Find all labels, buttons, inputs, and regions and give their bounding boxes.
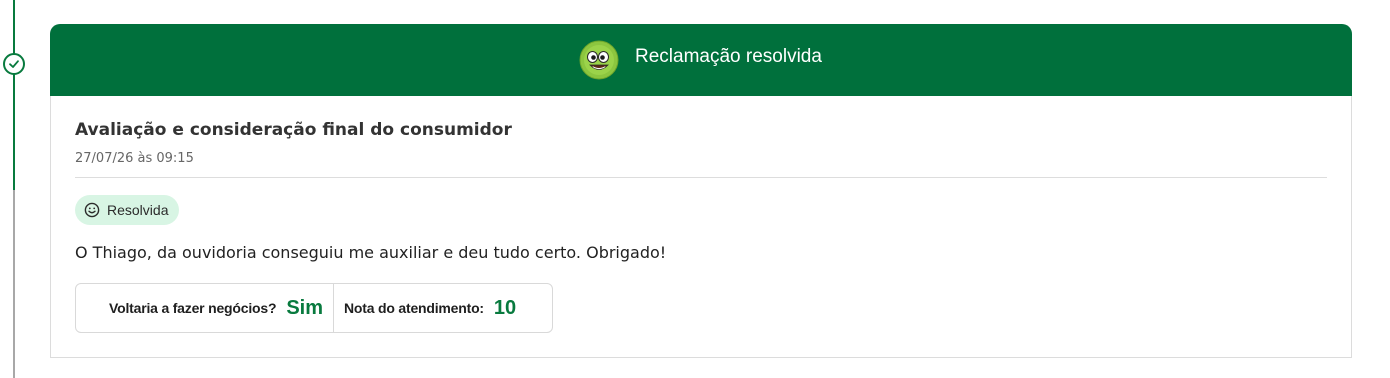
smiley-icon (84, 202, 100, 218)
evaluation-timestamp: 27/07/26 às 09:15 (75, 151, 194, 166)
header-title: Reclamação resolvida (635, 46, 822, 67)
smiling-face-mascot-icon (579, 40, 619, 80)
service-score-value: 10 (493, 296, 517, 319)
section-title: Avaliação e consideração final do consum… (75, 120, 512, 140)
would-do-business-again: Voltaria a fazer negócios? Sim (76, 284, 334, 332)
timeline-line-pending (13, 190, 15, 378)
timeline-line-completed (13, 0, 15, 190)
evaluation-card: Reclamação resolvida Avaliação e conside… (50, 24, 1352, 358)
service-score-label: Nota do atendimento: (344, 300, 484, 316)
divider (75, 177, 1327, 178)
service-score: Nota do atendimento: 10 (334, 284, 516, 332)
status-badge-label: Resolvida (107, 202, 169, 218)
status-badge: Resolvida (75, 195, 180, 225)
ratings-summary: Voltaria a fazer negócios? Sim Nota do a… (75, 283, 553, 333)
check-icon (9, 60, 19, 68)
would-do-business-again-label: Voltaria a fazer negócios? (109, 300, 277, 316)
timeline-check-marker (3, 53, 25, 75)
consumer-comment: O Thiago, da ouvidoria conseguiu me auxi… (75, 243, 667, 262)
would-do-business-again-value: Sim (286, 296, 323, 319)
card-header: Reclamação resolvida (50, 24, 1352, 96)
